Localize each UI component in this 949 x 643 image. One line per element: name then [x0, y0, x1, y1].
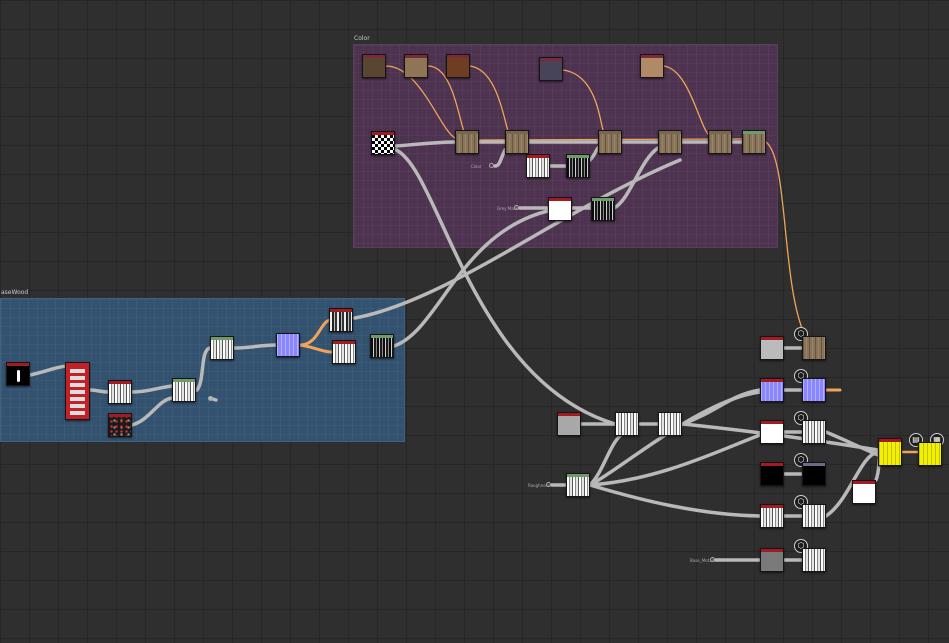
- roughness-uniform-node[interactable]: [557, 412, 581, 436]
- output-height[interactable]: [802, 548, 826, 572]
- node-header: [879, 439, 901, 442]
- node-header: [333, 341, 355, 344]
- blend-node-5[interactable]: [708, 130, 732, 154]
- dirt-node[interactable]: [108, 413, 132, 437]
- node-header: [173, 379, 195, 382]
- stripes-node-top[interactable]: [329, 308, 353, 332]
- node-header: [109, 381, 131, 384]
- height-input-node[interactable]: [760, 548, 784, 572]
- grunge-node-white[interactable]: [526, 154, 550, 178]
- blend-node-6[interactable]: [742, 130, 766, 154]
- levels-dark-node[interactable]: [591, 197, 615, 221]
- node-header: [211, 337, 233, 340]
- node-header: [109, 414, 131, 417]
- node-header: [709, 131, 731, 134]
- node-header: [761, 463, 783, 466]
- node-header: [659, 131, 681, 134]
- node-header: [761, 337, 783, 340]
- ao-input-node[interactable]: [760, 420, 784, 444]
- param-label-roughness: Roughness: [528, 483, 550, 488]
- height-blend-node-2[interactable]: [658, 412, 682, 436]
- tile-generator-body: [70, 369, 85, 415]
- output-pin[interactable]: [208, 396, 213, 401]
- color-swatch-slate[interactable]: [539, 57, 563, 81]
- composite-node[interactable]: [878, 438, 902, 466]
- blend-node-1[interactable]: [455, 130, 479, 154]
- tile-generator-node[interactable]: [65, 362, 90, 420]
- roughness-input-node[interactable]: [760, 504, 784, 528]
- frame-color-title: Color: [354, 35, 370, 42]
- node-header: [405, 55, 427, 58]
- node-header: [372, 132, 394, 135]
- node-header: [803, 463, 825, 466]
- node-header: [506, 131, 528, 134]
- grunge-node-dark[interactable]: [566, 154, 590, 178]
- height-source-node[interactable]: [566, 473, 590, 497]
- node-header: [567, 155, 589, 158]
- param-label-grey-mask: Grey Mask: [497, 206, 519, 211]
- warp-node[interactable]: [210, 336, 234, 360]
- curvature-node[interactable]: [370, 334, 394, 358]
- normal-input-node[interactable]: [760, 378, 784, 402]
- node-header: [558, 413, 580, 416]
- blend-node-3[interactable]: [598, 130, 622, 154]
- shape-node[interactable]: [6, 362, 30, 386]
- node-header: [592, 198, 614, 201]
- output-basecolor[interactable]: [802, 336, 826, 360]
- node-header: [641, 55, 663, 58]
- node-header: [549, 198, 571, 201]
- noise-node-checker[interactable]: [371, 131, 395, 155]
- color-swatch-rust[interactable]: [446, 54, 470, 78]
- directional-noise-node[interactable]: [108, 380, 132, 404]
- mask-white-node[interactable]: [852, 480, 876, 504]
- color-swatch-tan[interactable]: [404, 54, 428, 78]
- output-roughness[interactable]: [802, 504, 826, 528]
- output-ao[interactable]: [802, 420, 826, 444]
- node-header: [761, 379, 783, 382]
- stripes-node-bottom[interactable]: [332, 340, 356, 364]
- frame-basewood-title: aseWood: [1, 289, 29, 296]
- normal-node[interactable]: [276, 333, 300, 357]
- blend-node-4[interactable]: [658, 130, 682, 154]
- node-header: [7, 363, 29, 366]
- node-header: [527, 155, 549, 158]
- color-swatch-dark-brown[interactable]: [362, 54, 386, 78]
- height-blend-node-1[interactable]: [615, 412, 639, 436]
- basecolor-input-node[interactable]: [760, 336, 784, 360]
- shape-glyph: [17, 370, 20, 382]
- node-header: [371, 335, 393, 338]
- output-metallic[interactable]: [802, 462, 826, 486]
- node-header: [363, 55, 385, 58]
- node-header: [761, 549, 783, 552]
- node-header: [447, 55, 469, 58]
- output-normal[interactable]: [802, 378, 826, 402]
- node-header: [743, 131, 765, 134]
- node-header: [599, 131, 621, 134]
- uniform-white-node[interactable]: [548, 197, 572, 221]
- node-header: [456, 131, 478, 134]
- param-label-color: Color: [471, 164, 482, 169]
- final-output-node[interactable]: [918, 442, 942, 466]
- param-label-base-metallic: Base_Metallic: [690, 558, 718, 563]
- input-pin[interactable]: [489, 163, 494, 168]
- blend-wood-node[interactable]: [172, 378, 196, 402]
- node-header: [761, 421, 783, 424]
- node-header: [540, 58, 562, 61]
- node-header: [853, 481, 875, 484]
- node-header: [330, 309, 352, 312]
- metallic-input-node[interactable]: [760, 462, 784, 486]
- node-header: [761, 505, 783, 508]
- node-header: [567, 474, 589, 477]
- blend-node-2[interactable]: [505, 130, 529, 154]
- color-swatch-beige[interactable]: [640, 54, 664, 78]
